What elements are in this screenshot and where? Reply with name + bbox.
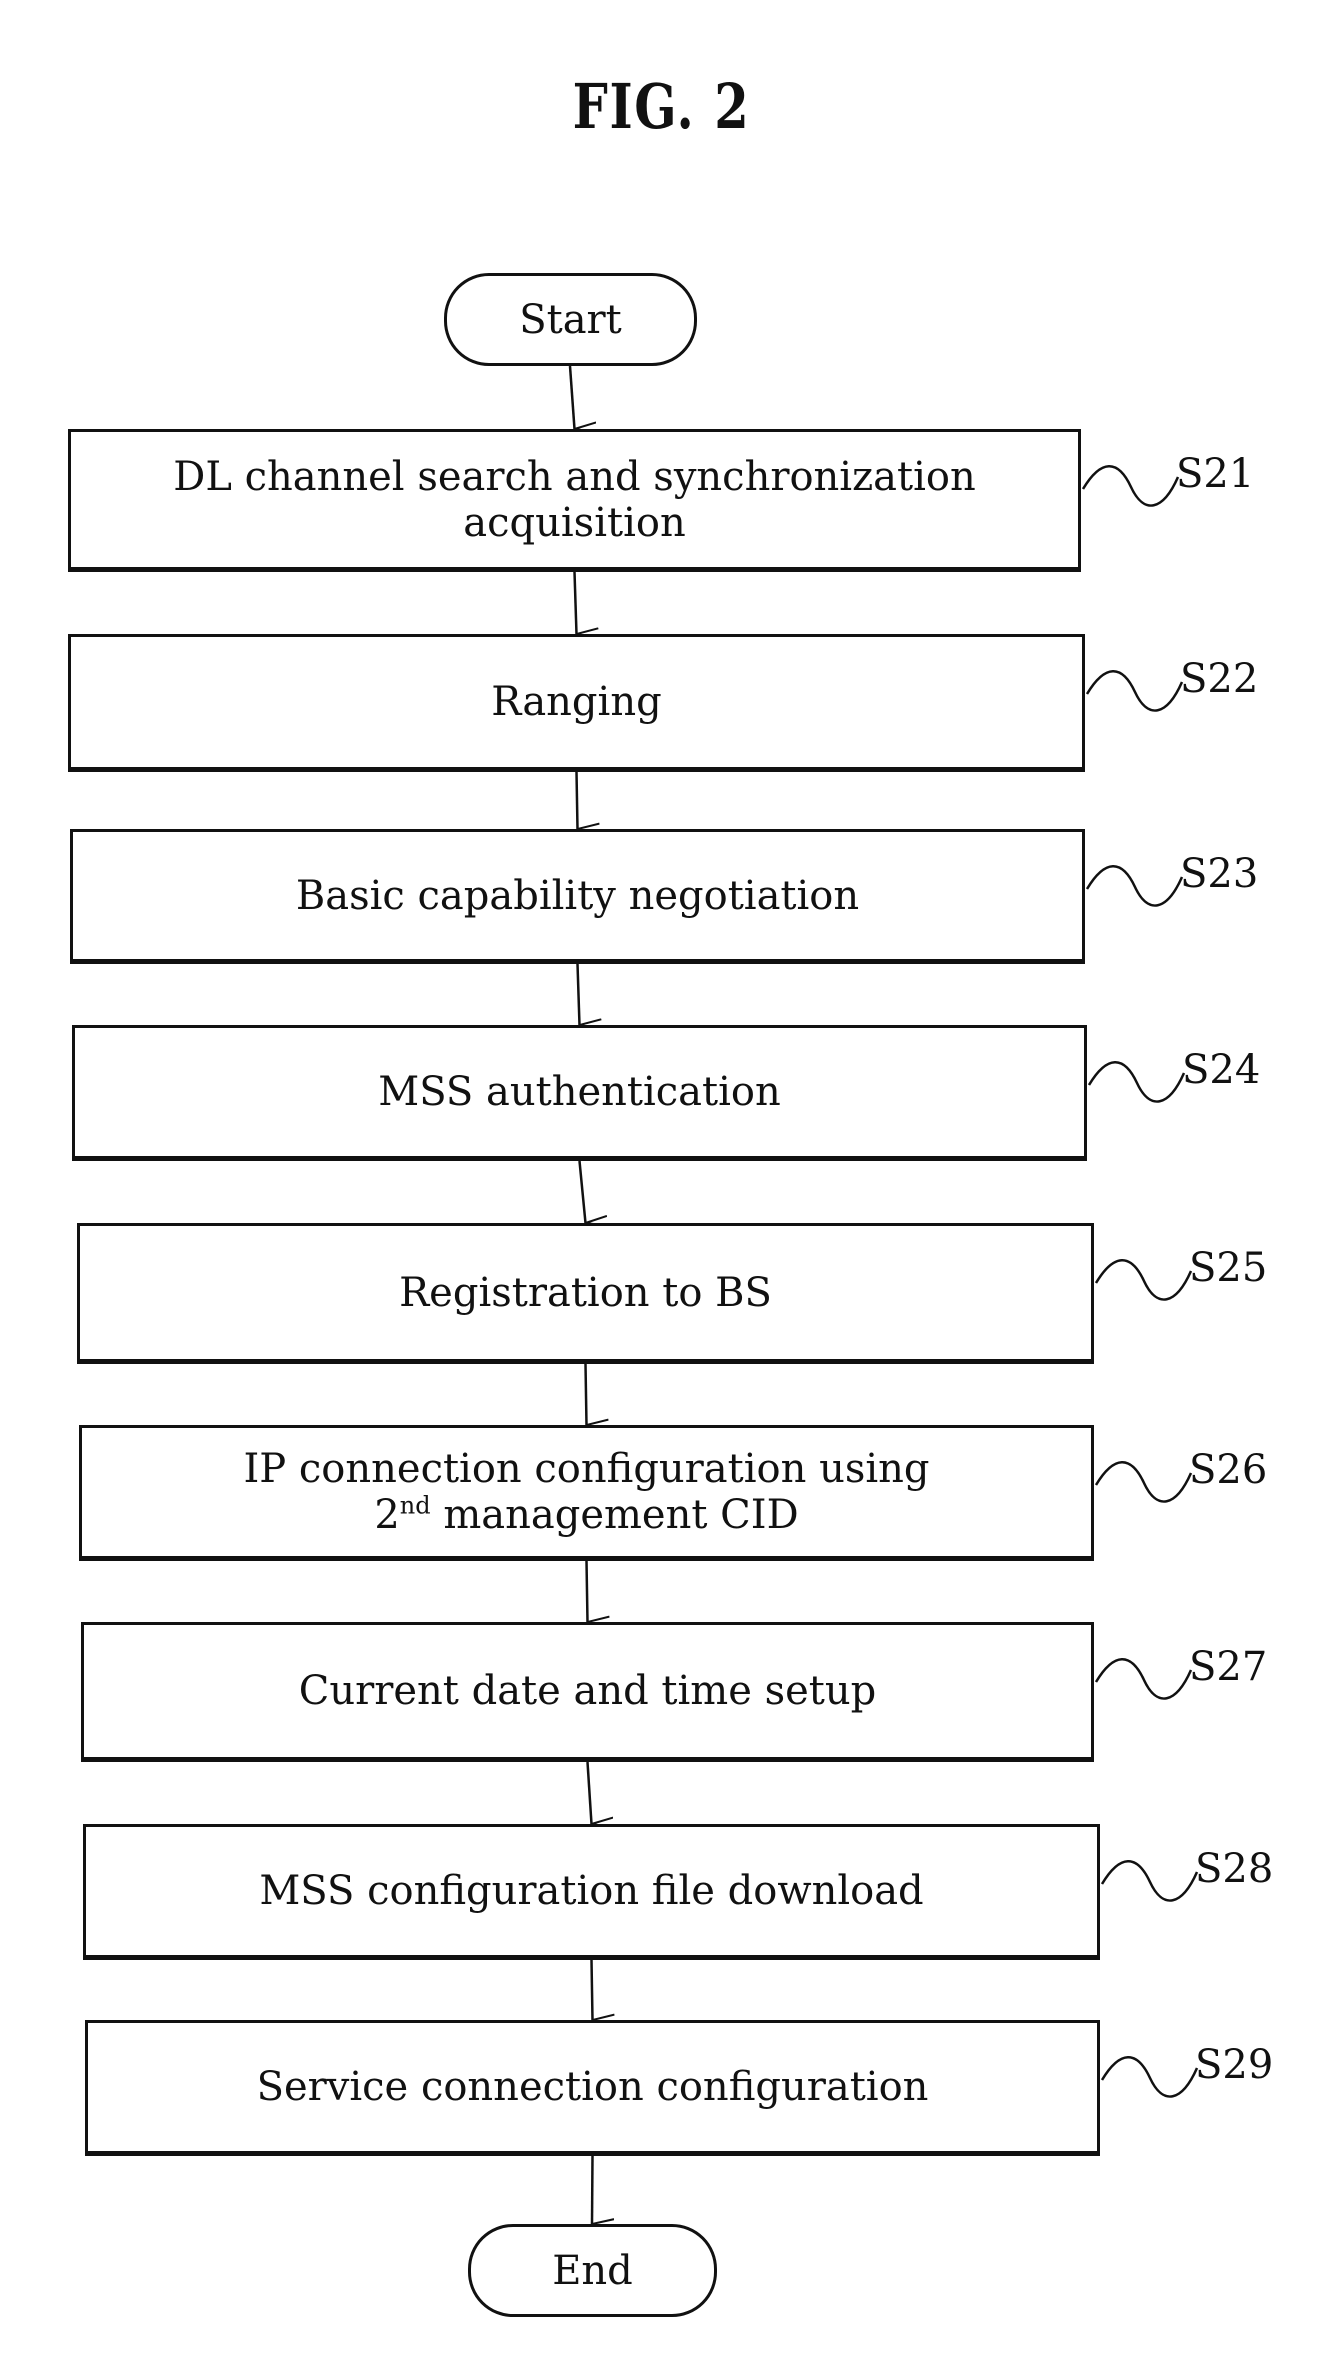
step-label-s22: S22 <box>1180 656 1259 702</box>
step-box-s21: DL channel search and synchronization acq… <box>68 429 1081 572</box>
leader-squiggle <box>1081 465 1180 507</box>
leader-squiggle <box>1100 2056 1199 2098</box>
ordinal-number: 2 <box>374 1492 400 1538</box>
flow-arrow <box>568 365 575 429</box>
flow-arrow <box>590 1959 593 2020</box>
leader-squiggle <box>1094 1259 1193 1301</box>
step-box-s28: MSS configuration file download <box>83 1824 1100 1960</box>
step-text-line1: MSS configuration file download <box>259 1868 924 1914</box>
flow-arrow <box>578 1160 586 1223</box>
step-text-line2: 2nd management CID <box>374 1492 798 1538</box>
end-terminal: End <box>468 2224 717 2317</box>
flow-arrow <box>573 571 577 634</box>
leader-squiggle <box>1085 865 1184 907</box>
leader-squiggle <box>1094 1461 1193 1503</box>
step-label-s27: S27 <box>1189 1644 1268 1690</box>
step-text-line1: MSS authentication <box>378 1069 781 1115</box>
step-label-s21: S21 <box>1176 451 1255 497</box>
flow-arrow <box>576 963 580 1025</box>
step-box-s26: IP connection configuration using 2nd man… <box>79 1425 1094 1561</box>
step-label-s26: S26 <box>1189 1447 1268 1493</box>
step-text-line1: IP connection configuration using <box>243 1446 930 1492</box>
step-text-line1: DL channel search and synchronization <box>173 453 976 500</box>
step-text-line1: Basic capability negotiation <box>295 872 860 919</box>
step-text-line2: acquisition <box>463 499 686 546</box>
flow-arrow <box>575 771 578 829</box>
step-text-rest: management CID <box>430 1492 799 1538</box>
flow-arrow <box>590 2155 593 2224</box>
step-label-s24: S24 <box>1182 1047 1261 1093</box>
step-text-line1: Ranging <box>491 679 662 725</box>
step-box-s24: MSS authentication <box>72 1025 1087 1161</box>
step-box-s25: Registration to BS <box>77 1223 1094 1364</box>
leader-squiggle <box>1094 1658 1193 1700</box>
flow-arrow <box>584 1363 587 1425</box>
step-text-line1: Service connection configuration <box>256 2064 929 2110</box>
step-label-s29: S29 <box>1195 2042 1274 2088</box>
leader-squiggle <box>1100 1860 1199 1902</box>
step-box-s22: Ranging <box>68 634 1085 772</box>
step-box-s23: Basic capability negotiation <box>70 829 1085 964</box>
step-box-s29: Service connection configuration <box>85 2020 1100 2156</box>
step-label-s23: S23 <box>1180 851 1259 897</box>
leader-squiggle <box>1087 1061 1186 1103</box>
end-label: End <box>552 2247 633 2294</box>
start-label: Start <box>519 296 622 343</box>
step-text-line1: Current date and time setup <box>298 1668 877 1714</box>
step-text-line1: Registration to BS <box>399 1269 772 1316</box>
flow-arrow <box>586 1761 592 1824</box>
step-label-s25: S25 <box>1189 1245 1268 1291</box>
step-label-s28: S28 <box>1195 1846 1274 1892</box>
ordinal-suffix: nd <box>399 1491 431 1520</box>
flow-arrow <box>585 1560 588 1622</box>
step-box-s27: Current date and time setup <box>81 1622 1094 1762</box>
start-terminal: Start <box>444 273 697 366</box>
leader-squiggle <box>1085 670 1184 712</box>
